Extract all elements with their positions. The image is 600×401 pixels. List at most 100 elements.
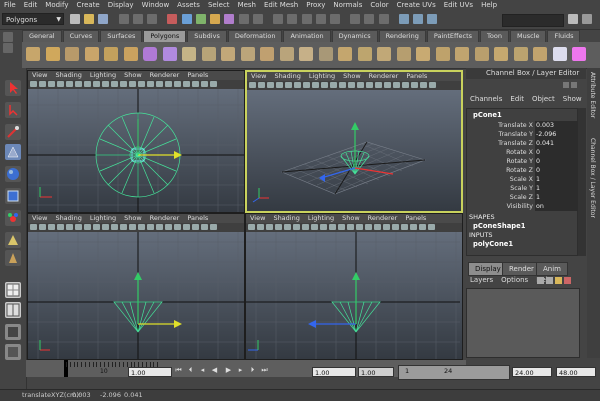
last-tool-used-icon[interactable] [5, 250, 21, 266]
viewport-menu-lighting[interactable]: Lighting [304, 214, 338, 223]
menu-edit-mesh[interactable]: Edit Mesh [260, 0, 302, 11]
select-by-object-icon[interactable] [132, 14, 143, 24]
soft-modification-icon[interactable] [5, 232, 21, 248]
cut-faces-icon[interactable] [474, 47, 489, 61]
snap-curve-icon[interactable] [287, 14, 298, 24]
open-scene-icon[interactable] [84, 14, 95, 24]
channel-menu-show[interactable]: Show [559, 94, 586, 105]
save-scene-icon[interactable] [98, 14, 109, 24]
front-viewport[interactable]: View Shading Lighting Show Renderer Panels [27, 213, 245, 360]
playback-end-field[interactable]: 48.00 [556, 367, 596, 377]
viewport-menu-show[interactable]: Show [120, 71, 146, 80]
shelf-tab-subdivs[interactable]: Subdivs [187, 30, 227, 42]
shelf-tab-surfaces[interactable]: Surfaces [100, 30, 143, 42]
output-history-icon[interactable] [364, 14, 375, 24]
wedge-faces-icon[interactable] [513, 47, 528, 61]
viewport-menu-shading[interactable]: Shading [51, 214, 85, 223]
viewport-menu-renderer[interactable]: Renderer [146, 71, 184, 80]
menu-proxy[interactable]: Proxy [302, 0, 329, 11]
viewport-menu-lighting[interactable]: Lighting [305, 72, 339, 81]
menu-set-selector[interactable]: Polygons ▼ [2, 13, 64, 25]
poly-cylinder-icon[interactable] [65, 47, 79, 61]
tab-channel-box-layer-editor[interactable]: Channel Box / Layer Editor [589, 138, 596, 218]
channel-row-rotate-y[interactable]: Rotate Y0 [467, 157, 579, 166]
poly-sphere-icon[interactable] [26, 47, 40, 61]
step-back-frame-icon[interactable]: ⏴ [186, 366, 195, 375]
move-tool-icon[interactable] [5, 144, 21, 160]
shelf-tab-curves[interactable]: Curves [62, 30, 100, 42]
average-vertices-icon[interactable] [318, 47, 333, 61]
viewport-menu-shading[interactable]: Shading [269, 214, 303, 223]
range-slider[interactable]: 1 24 [398, 365, 510, 380]
go-to-start-icon[interactable]: ⏮ [174, 366, 183, 375]
quick-select-field[interactable] [502, 14, 564, 27]
poly-torus-icon[interactable] [123, 47, 138, 61]
channel-value[interactable]: 0.003 [535, 121, 578, 130]
viewport-menu-show[interactable]: Show [120, 214, 146, 223]
viewport-menu-panels[interactable]: Panels [183, 214, 212, 223]
channel-box-scrollbar[interactable] [578, 108, 586, 256]
menu-help[interactable]: Help [477, 0, 501, 11]
channel-value[interactable]: 0 [535, 166, 578, 175]
channel-menu-channels[interactable]: Channels [466, 94, 506, 105]
top-viewport[interactable]: View Shading Lighting Show Renderer Panels [27, 70, 245, 213]
viewport-menu-renderer[interactable]: Renderer [364, 214, 402, 223]
snap-point-icon[interactable] [301, 14, 312, 24]
snap-view-plane-icon[interactable] [315, 14, 326, 24]
menu-edit[interactable]: Edit [20, 0, 42, 11]
pin-icon[interactable] [563, 82, 569, 88]
search-icon[interactable] [571, 82, 577, 88]
append-to-polygon-icon[interactable] [377, 47, 391, 61]
layer-list[interactable] [466, 288, 580, 358]
viewport-menu-lighting[interactable]: Lighting [86, 71, 120, 80]
smooth-icon[interactable] [299, 47, 313, 61]
poly-cone-icon[interactable] [84, 47, 99, 61]
channel-menu-edit[interactable]: Edit [506, 94, 528, 105]
menu-modify[interactable]: Modify [41, 0, 72, 11]
move-down-icon[interactable] [546, 277, 553, 284]
menu-color[interactable]: Color [366, 0, 392, 11]
render-frame-icon[interactable] [398, 14, 409, 24]
layout-single-pane-icon[interactable] [5, 282, 21, 298]
range-end-field[interactable]: 24.00 [512, 367, 552, 377]
menu-edit-uvs[interactable]: Edit UVs [440, 0, 477, 11]
range-inner-start-field[interactable]: 1.00 [358, 367, 394, 377]
viewport-menu-shading[interactable]: Shading [270, 72, 304, 81]
viewport-menu-panels[interactable]: Panels [402, 72, 431, 81]
fill-hole-icon[interactable] [396, 47, 411, 61]
channel-value[interactable]: 1 [535, 175, 578, 184]
move-up-icon[interactable] [537, 277, 544, 284]
merge-vertices-icon[interactable] [533, 47, 547, 61]
menu-display[interactable]: Display [104, 0, 138, 11]
snap-grid-icon[interactable] [273, 14, 284, 24]
shelf-tab-animation[interactable]: Animation [283, 30, 331, 42]
viewport-menu-view[interactable]: View [28, 71, 51, 80]
channel-row-rotate-x[interactable]: Rotate X0 [467, 148, 579, 157]
viewport-menu-renderer[interactable]: Renderer [146, 214, 184, 223]
viewport-menu-shading[interactable]: Shading [51, 71, 85, 80]
layer-menu-options[interactable]: Options [497, 275, 532, 286]
channel-menu-object[interactable]: Object [528, 94, 559, 105]
shelf-tab-dynamics[interactable]: Dynamics [331, 30, 378, 42]
channel-value[interactable]: 0.041 [535, 139, 578, 148]
current-frame-field[interactable]: 1.00 [128, 367, 172, 377]
select-tool-icon[interactable] [5, 80, 21, 96]
ipr-render-icon[interactable] [413, 14, 424, 24]
play-forwards-icon[interactable]: ▶ [224, 366, 233, 375]
booleans-difference-icon[interactable] [260, 47, 274, 61]
new-layer-icon[interactable] [555, 277, 562, 284]
layout-persp-graph-icon[interactable] [5, 344, 21, 360]
split-polygon-icon[interactable] [416, 47, 430, 61]
channel-row-translate-z[interactable]: Translate Z 0.041 [467, 139, 579, 148]
select-by-hierarchy-icon[interactable] [118, 14, 129, 24]
select-by-component-icon[interactable] [147, 14, 158, 24]
viewport-menu-view[interactable]: View [246, 214, 269, 223]
mask-curves-icon[interactable] [195, 14, 206, 24]
offset-edge-loop-icon[interactable] [455, 47, 469, 61]
mask-surfaces-icon[interactable] [210, 14, 221, 24]
planar-mapping-icon[interactable] [552, 47, 567, 61]
channel-row-translate-x[interactable]: Translate X 0.003 [467, 121, 579, 130]
booleans-union-icon[interactable] [240, 47, 255, 61]
channel-row-visibility[interactable]: Visibility on [467, 202, 579, 211]
mask-joints-icon[interactable] [181, 14, 192, 24]
